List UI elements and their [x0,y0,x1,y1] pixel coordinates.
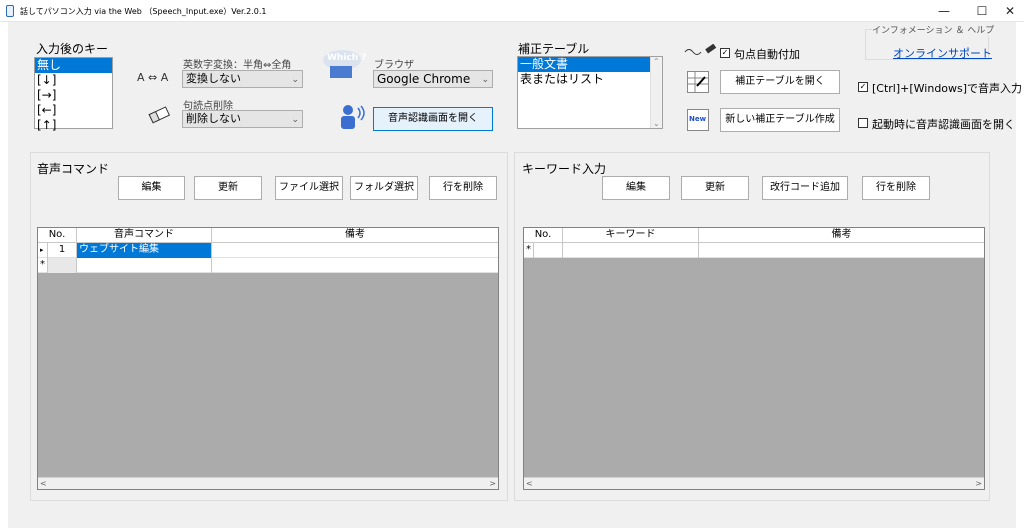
open-speech-recognition-button[interactable]: 音声認識画面を開く [373,107,493,131]
keyword-input-title: キーワード入力 [522,162,607,176]
app-icon [6,5,14,17]
list-item[interactable]: 無し [35,58,112,73]
table-row[interactable]: * [524,243,984,258]
speaking-person-icon [338,103,366,131]
title-bar: 話してパソコン入力 via the Web （Speech_Input.exe）… [0,0,1024,22]
select-folder-button[interactable]: フォルダ選択 [350,176,418,200]
voice-commands-grid[interactable]: No. 音声コマンド 備考 ▸ 1 ウェブサイト編集 * < > [37,227,499,490]
maximize-button[interactable]: ☐ [968,2,996,20]
correction-table-label: 補正テーブル [518,42,590,56]
key-after-input-list[interactable]: 無し [↓] [→] [←] [↑] [34,57,113,132]
scroll-left-icon[interactable]: < [40,478,47,490]
list-item[interactable]: 一般文書 [518,57,650,72]
list-item[interactable]: 表またはリスト [518,72,662,87]
scroll-right-icon[interactable]: > [489,478,496,490]
hotkey-label: [Ctrl]+[Windows]で音声入力 [872,82,1023,95]
correction-table-list[interactable]: 一般文書 表またはリスト ⌃ ⌄ [517,56,663,129]
window-title: 話してパソコン入力 via the Web （Speech_Input.exe）… [20,7,267,16]
refresh-button[interactable]: 更新 [681,176,749,200]
row-note[interactable] [212,243,498,258]
table-edit-icon [687,71,709,93]
column-header-no[interactable]: No. [524,228,563,243]
list-item[interactable]: [↓] [35,73,112,88]
delete-row-button[interactable]: 行を削除 [429,176,497,200]
scroll-left-icon[interactable]: < [526,478,533,490]
pen-icon [684,43,718,58]
table-row[interactable]: ▸ 1 ウェブサイト編集 [38,243,498,258]
browser-label: ブラウザ [374,60,414,71]
row-marker: * [524,243,534,258]
select-file-button[interactable]: ファイル選択 [275,176,343,200]
table-row[interactable]: * [38,258,498,273]
column-header-note[interactable]: 備考 [699,228,984,243]
grid-header: No. キーワード 備考 [524,228,984,243]
edit-button[interactable]: 編集 [118,176,185,200]
chevron-down-icon: ⌄ [291,115,299,125]
new-table-icon: New [687,109,709,131]
hotkey-checkbox[interactable]: ✓ [858,82,868,92]
startup-open-checkbox[interactable] [858,118,868,128]
list-item[interactable]: [→] [35,88,112,103]
scroll-down-icon[interactable]: ⌄ [653,119,660,128]
add-newline-code-button[interactable]: 改行コード追加 [762,176,848,200]
list-item[interactable]: [←] [35,103,112,118]
row-note[interactable] [699,243,984,258]
column-header-no[interactable]: No. [38,228,77,243]
scroll-up-icon[interactable]: ⌃ [653,57,660,66]
browser-value: Google Chrome [377,72,471,86]
voice-commands-title: 音声コマンド [37,162,110,176]
row-keyword[interactable] [563,243,699,258]
row-command[interactable]: ウェブサイト編集 [77,243,212,258]
row-command[interactable] [77,258,212,273]
key-after-input-label: 入力後のキー [36,42,109,56]
row-no[interactable]: 1 [48,243,77,258]
delete-row-button[interactable]: 行を削除 [862,176,930,200]
list-item[interactable]: [↑] [35,118,112,133]
column-header-note[interactable]: 備考 [212,228,498,243]
edit-button[interactable]: 編集 [602,176,670,200]
column-header-command[interactable]: 音声コマンド [77,228,212,243]
close-button[interactable]: ✕ [996,2,1024,20]
list-scrollbar[interactable]: ⌃ ⌄ [650,57,662,128]
halfwidth-fullwidth-icon: A ⇔ A [137,71,169,84]
row-note[interactable] [212,258,498,273]
auto-period-label: 句点自動付加 [734,48,800,61]
refresh-button[interactable]: 更新 [194,176,262,200]
punct-delete-select[interactable]: 削除しない ⌄ [182,110,303,128]
startup-open-label: 起動時に音声認識画面を開く [872,118,1015,131]
keyword-input-grid[interactable]: No. キーワード 備考 * < > [523,227,985,490]
row-marker: * [38,258,48,273]
eraser-icon [147,104,173,124]
column-header-keyword[interactable]: キーワード [563,228,699,243]
info-help-label: インフォメーション ＆ ヘルプ [872,23,995,36]
new-correction-table-button[interactable]: 新しい補正テーブル作成 [720,108,840,132]
grid-header: No. 音声コマンド 備考 [38,228,498,243]
row-no[interactable] [48,258,77,273]
online-support-link[interactable]: オンラインサポート [893,45,992,61]
scroll-right-icon[interactable]: > [975,478,982,490]
chevron-down-icon: ⌄ [481,75,489,85]
open-correction-table-button[interactable]: 補正テーブルを開く [720,70,840,94]
auto-period-checkbox[interactable]: ✓ [720,48,730,58]
alnum-convert-select[interactable]: 変換しない ⌄ [182,70,303,88]
which-text: Which ? [327,53,367,63]
alnum-convert-label: 英数字変換：半角⇔全角 [183,60,292,71]
browser-select[interactable]: Google Chrome ⌄ [373,70,493,88]
alnum-convert-value: 変換しない [186,72,241,85]
horizontal-scrollbar[interactable]: < > [524,477,984,489]
row-marker: ▸ [38,243,48,258]
chevron-down-icon: ⌄ [291,75,299,85]
horizontal-scrollbar[interactable]: < > [38,477,498,489]
row-no[interactable] [534,243,563,258]
minimize-button[interactable]: — [930,2,958,20]
punct-delete-value: 削除しない [186,112,241,125]
